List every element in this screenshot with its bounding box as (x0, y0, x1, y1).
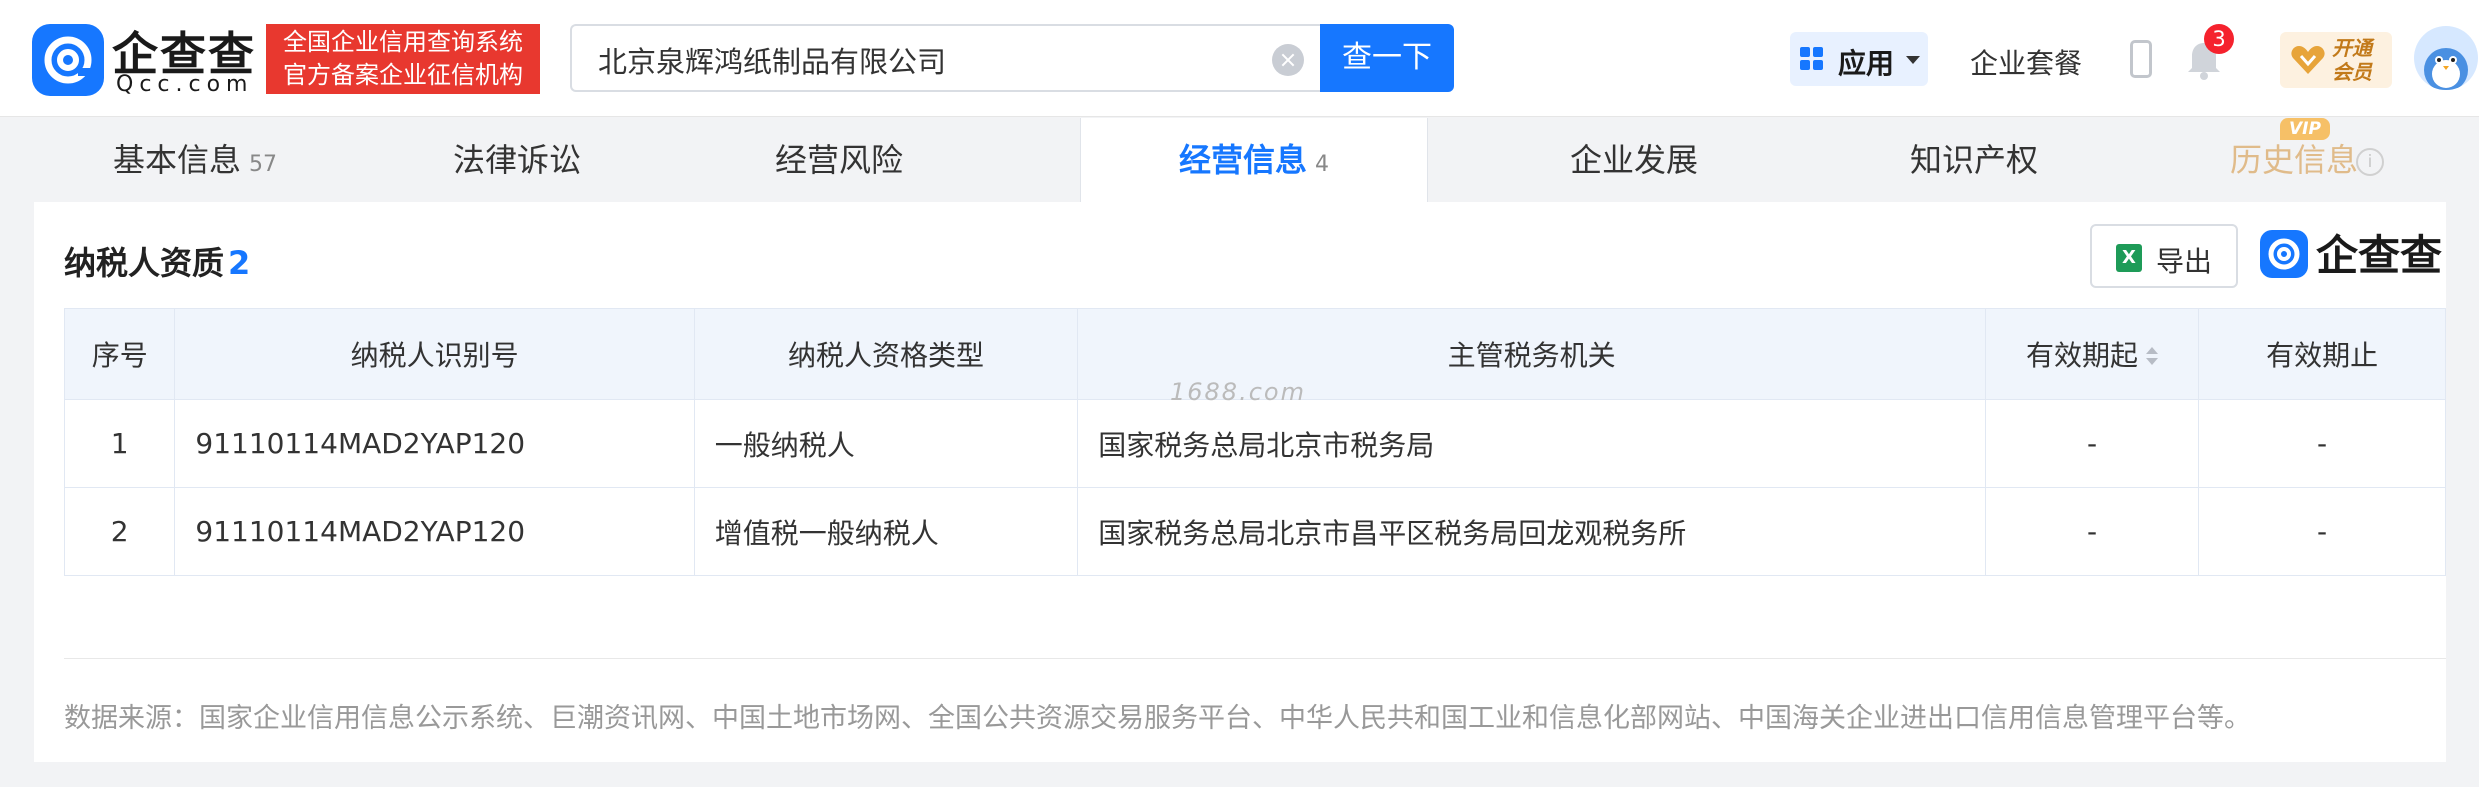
qcc-logo-icon[interactable] (32, 24, 104, 96)
export-label: 导出 (2156, 245, 2213, 278)
tab-intellectual-property[interactable]: 知识产权 (1804, 118, 2144, 202)
tab-count: 57 (249, 152, 277, 177)
info-icon[interactable]: i (2356, 148, 2384, 176)
vip-label: 开通 会员 (2332, 36, 2372, 84)
tab-label: 企业发展 (1569, 141, 1698, 179)
user-avatar[interactable] (2414, 26, 2478, 90)
table-row: 2 91110114MAD2YAP120 增值税一般纳税人 国家税务总局北京市昌… (63, 487, 2446, 576)
company-tabs: 基本信息 57 法律诉讼 经营风险 经营信息 4 企业发展 知识产权 历史信息 (34, 118, 2446, 202)
clear-icon[interactable] (1272, 44, 1304, 76)
tab-label: 基本信息 (112, 141, 241, 179)
cell-tax-authority: 国家税务总局北京市税务局 (1077, 399, 1986, 488)
tab-basic-info[interactable]: 基本信息 57 (34, 118, 356, 202)
mobile-phone-icon[interactable] (2130, 40, 2152, 78)
tab-development[interactable]: 企业发展 (1464, 118, 1804, 202)
tab-business-info[interactable]: 经营信息 4 (1080, 118, 1428, 202)
taxpayer-table: 序号 纳税人识别号 纳税人资格类型 主管税务机关 有效期起 有效期止 1 911… (63, 308, 2446, 576)
cell-index: 1 (63, 399, 176, 488)
slogan-line-1: 全国企业信用查询系统 (283, 28, 523, 56)
tab-label: 历史信息 (2229, 141, 2358, 179)
watermark: 1688.com (1170, 378, 1306, 406)
section-count: 2 (228, 244, 251, 282)
grid-icon (1800, 47, 1824, 71)
search-box (570, 24, 1320, 92)
table-row: 1 91110114MAD2YAP120 一般纳税人 国家税务总局北京市税务局 … (63, 399, 2446, 488)
cell-valid-to: - (2198, 399, 2446, 488)
taxpayer-card: 纳税人资质 2 X 导出 企查查 序号 纳税人识别号 纳税人资格类型 主管税务机关… (34, 202, 2446, 762)
top-header: 企查查 Qcc.com 全国企业信用查询系统 官方备案企业征信机构 查一下 应用… (0, 0, 2479, 117)
column-header-label: 有效期起 (2026, 339, 2139, 372)
cell-index: 2 (63, 487, 176, 576)
sort-icon[interactable] (2146, 347, 2159, 367)
data-source-note: 数据来源：国家企业信用信息公示系统、巨潮资讯网、中国土地市场网、全国公共资源交易… (64, 703, 2251, 734)
excel-icon: X (2116, 244, 2142, 272)
app-menu-button[interactable]: 应用 (1790, 32, 1928, 86)
notification-badge: 3 (2204, 24, 2234, 54)
column-header: 有效期止 (2198, 308, 2446, 400)
cell-qualification-type: 增值税一般纳税人 (693, 487, 1079, 576)
chevron-down-icon (1906, 56, 1920, 64)
column-header-sortable[interactable]: 有效期起 (1984, 308, 2200, 400)
enterprise-package-link[interactable]: 企业套餐 (1970, 42, 2082, 82)
vip-heart-icon (2291, 46, 2325, 74)
vip-label-line-1: 开通 (2332, 36, 2372, 60)
app-menu-label: 应用 (1838, 47, 1895, 80)
tab-label: 经营风险 (774, 141, 903, 179)
tab-label: 法律诉讼 (452, 141, 581, 179)
vip-tag: VIP (2280, 118, 2330, 140)
cell-tax-id: 91110114MAD2YAP120 (174, 399, 695, 488)
cell-valid-from: - (1984, 487, 2200, 576)
cell-tax-authority: 国家税务总局北京市昌平区税务局回龙观税务所 (1077, 487, 1986, 576)
slogan-line-2: 官方备案企业征信机构 (283, 61, 523, 89)
search-button[interactable]: 查一下 (1320, 24, 1454, 92)
qcc-brand-icon (2260, 230, 2308, 278)
search-input[interactable] (596, 40, 1240, 80)
section-title: 纳税人资质 2 (64, 238, 250, 284)
export-button[interactable]: X 导出 (2090, 224, 2238, 288)
cell-valid-to: - (2198, 487, 2446, 576)
tab-legal[interactable]: 法律诉讼 (356, 118, 678, 202)
cell-valid-from: - (1984, 399, 2200, 488)
section-title-text: 纳税人资质 (64, 244, 225, 282)
slogan-banner: 全国企业信用查询系统 官方备案企业征信机构 (266, 24, 540, 94)
column-header: 序号 (63, 308, 176, 400)
tab-label: 经营信息 (1178, 141, 1307, 179)
brand-text: 企查查 (2316, 231, 2443, 280)
column-header: 纳税人识别号 (174, 308, 695, 400)
logo-subtext: Qcc.com (116, 72, 254, 97)
tab-business-risk[interactable]: 经营风险 (678, 118, 1000, 202)
vip-label-line-2: 会员 (2332, 60, 2372, 84)
divider (64, 658, 2446, 659)
tab-count: 4 (1315, 152, 1329, 177)
tab-label: 知识产权 (1909, 141, 2038, 179)
open-vip-button[interactable]: 开通 会员 (2280, 32, 2392, 88)
cell-qualification-type: 一般纳税人 (693, 399, 1079, 488)
column-header: 纳税人资格类型 (693, 308, 1079, 400)
cell-tax-id: 91110114MAD2YAP120 (174, 487, 695, 576)
